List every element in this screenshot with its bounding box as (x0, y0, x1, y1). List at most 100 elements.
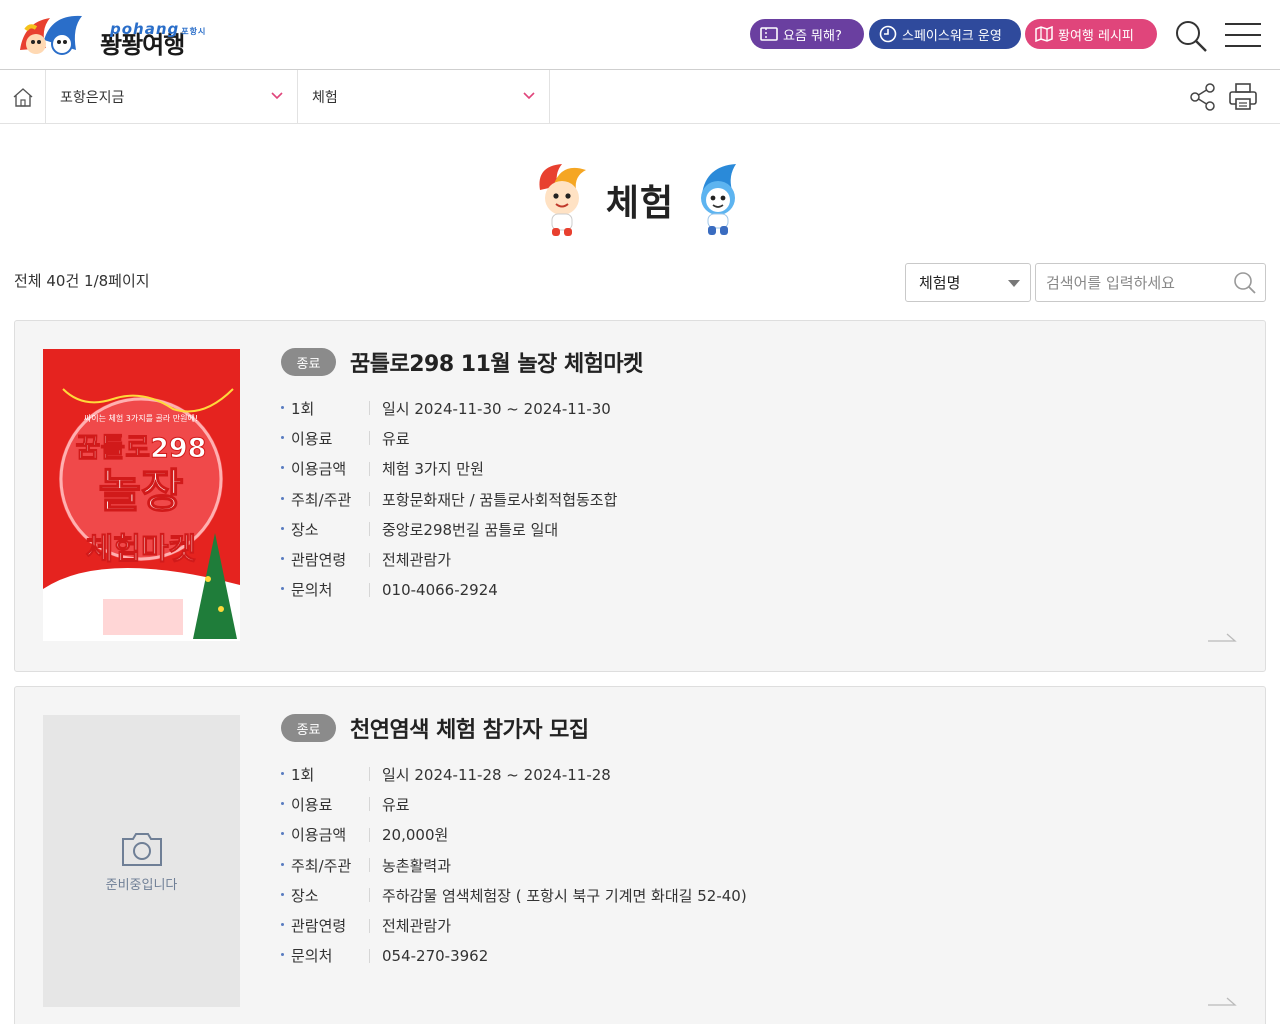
arrow-right-icon[interactable] (1207, 631, 1237, 643)
card-title[interactable]: 꿈틀로298 11월 놀장 체험마켓 (350, 346, 643, 378)
breadcrumb: 포항은지금 체험 (0, 70, 1280, 124)
breadcrumb-level1-label: 포항은지금 (60, 89, 125, 106)
camera-icon (121, 832, 162, 866)
search-input[interactable] (1036, 264, 1226, 301)
info-value: 포항문화재단 / 꿈틀로사회적협동조합 (382, 490, 618, 509)
info-row-session: 1회 일시 2024-11-28 ~ 2024-11-28 (281, 759, 747, 789)
info-value: 일시 2024-11-28 ~ 2024-11-28 (382, 765, 611, 784)
arrow-right-icon[interactable] (1207, 995, 1237, 1007)
info-row-session: 1회 일시 2024-11-30 ~ 2024-11-30 (281, 393, 643, 423)
divider (369, 582, 370, 597)
info-row-host: 주최/주관 포항문화재단 / 꿈틀로사회적협동조합 (281, 484, 643, 514)
divider (369, 827, 370, 842)
info-row-contact: 문의처 054-270-3962 (281, 941, 747, 971)
info-value: 유료 (382, 429, 410, 448)
info-row-age: 관람연령 전체관람가 (281, 910, 747, 940)
header-search-button[interactable] (1173, 18, 1209, 54)
card-body: 종료 천연염색 체험 참가자 모집 1회 일시 2024-11-28 ~ 2024… (281, 709, 747, 971)
divider (369, 918, 370, 933)
breadcrumb-level2-select[interactable]: 체험 (298, 70, 550, 123)
info-value: 20,000원 (382, 826, 449, 845)
info-label: 주최/주관 (281, 855, 369, 876)
poster-headline-2: 놀장 (99, 464, 184, 518)
ticket-icon (760, 27, 778, 41)
info-row-price: 이용금액 20,000원 (281, 820, 747, 850)
whats-up-button[interactable]: 요즘 뭐해? (750, 19, 864, 49)
status-badge: 종료 (281, 348, 336, 376)
info-list: 1회 일시 2024-11-28 ~ 2024-11-28 이용료 유료 이용금액 2… (281, 759, 747, 971)
share-icon (1190, 83, 1215, 111)
travel-recipe-label: 퐝여행 레시피 (1058, 28, 1134, 44)
search-type-select[interactable]: 체험명 (905, 263, 1031, 302)
info-label: 문의처 (281, 579, 369, 600)
site-header: pohang 포항시 퐝퐝여행 요즘 뭐해? 스페이스워크 운영 퐝여행 레시피 (0, 0, 1280, 70)
info-label: 관람연령 (281, 915, 369, 936)
clock-icon (879, 25, 897, 43)
info-row-price: 이용금액 체험 3가지 만원 (281, 454, 643, 484)
placeholder-text: 준비중입니다 (105, 877, 178, 893)
card-head: 종료 꿈틀로298 11월 놀장 체험마켓 (281, 343, 643, 381)
search-type-value: 체험명 (919, 274, 961, 292)
menu-button[interactable] (1224, 22, 1262, 48)
info-label: 이용금액 (281, 458, 369, 479)
info-value: 010-4066-2924 (382, 580, 498, 599)
result-count: 전체 40건 1/8페이지 (14, 272, 150, 290)
info-row-fee: 이용료 유료 (281, 789, 747, 819)
info-value: 농촌활력과 (382, 856, 452, 875)
hamburger-icon (1225, 23, 1261, 47)
poster-image: 꿈틀로298 놀장 체험마켓 싸이는 체험 3가지를 골라 만원에! 2024.… (43, 349, 240, 641)
info-row-contact: 문의처 010-4066-2924 (281, 575, 643, 605)
travel-recipe-button[interactable]: 퐝여행 레시피 (1025, 19, 1157, 49)
print-button[interactable] (1227, 81, 1259, 113)
map-icon (1035, 26, 1053, 42)
info-label: 이용료 (281, 794, 369, 815)
divider (369, 767, 370, 782)
info-label: 이용료 (281, 428, 369, 449)
info-list: 1회 일시 2024-11-30 ~ 2024-11-30 이용료 유료 이용금액 체… (281, 393, 643, 605)
info-value: 전체관람가 (382, 551, 452, 570)
status-badge: 종료 (281, 714, 336, 742)
search-box (1035, 263, 1266, 302)
info-row-fee: 이용료 유료 (281, 423, 643, 453)
poster-headline-3: 체험마켓 (86, 532, 196, 567)
info-value: 체험 3가지 만원 (382, 460, 484, 479)
list-item[interactable]: 준비중입니다 종료 천연염색 체험 참가자 모집 1회 일시 2024-11-28… (14, 686, 1266, 1024)
info-value: 중앙로298번길 꿈틀로 일대 (382, 520, 559, 539)
whats-up-label: 요즘 뭐해? (783, 28, 842, 44)
chevron-down-icon (271, 92, 283, 100)
page-title: 체험 (605, 183, 675, 224)
breadcrumb-level1-select[interactable]: 포항은지금 (46, 70, 298, 123)
spacewalk-button[interactable]: 스페이스워크 운영 (869, 19, 1021, 49)
image-placeholder: 준비중입니다 (43, 715, 240, 1007)
divider (369, 492, 370, 507)
divider (369, 888, 370, 903)
info-label: 이용금액 (281, 824, 369, 845)
info-label: 장소 (281, 519, 369, 540)
info-label: 장소 (281, 885, 369, 906)
site-logo[interactable]: pohang 포항시 퐝퐝여행 (16, 8, 266, 62)
divider (369, 401, 370, 416)
divider (369, 431, 370, 446)
card-body: 종료 꿈틀로298 11월 놀장 체험마켓 1회 일시 2024-11-30 ~ … (281, 343, 643, 605)
info-row-host: 주최/주관 농촌활력과 (281, 850, 747, 880)
share-button[interactable] (1188, 82, 1218, 112)
breadcrumb-level2-label: 체험 (312, 89, 338, 106)
info-label: 주최/주관 (281, 489, 369, 510)
page-title-area: 체험 (0, 158, 1280, 242)
dropdown-triangle-icon (1008, 280, 1020, 287)
event-poster-image: 꿈틀로298 놀장 체험마켓 싸이는 체험 3가지를 골라 만원에! 2024.… (43, 349, 240, 641)
divider (369, 797, 370, 812)
info-value: 일시 2024-11-30 ~ 2024-11-30 (382, 399, 611, 418)
search-icon[interactable] (1233, 271, 1257, 295)
spacewalk-label: 스페이스워크 운영 (902, 28, 1002, 44)
home-button[interactable] (0, 70, 46, 123)
info-value: 054-270-3962 (382, 946, 489, 965)
printer-icon (1229, 83, 1257, 110)
info-label: 문의처 (281, 945, 369, 966)
info-label: 관람연령 (281, 549, 369, 570)
info-value: 유료 (382, 795, 410, 814)
poster-date: 2024.11.30(토) 10~16시 (87, 577, 195, 588)
card-title[interactable]: 천연염색 체험 참가자 모집 (350, 712, 589, 744)
poster-headline-1: 꿈틀로298 (76, 433, 207, 464)
list-item[interactable]: 꿈틀로298 놀장 체험마켓 싸이는 체험 3가지를 골라 만원에! 2024.… (14, 320, 1266, 672)
